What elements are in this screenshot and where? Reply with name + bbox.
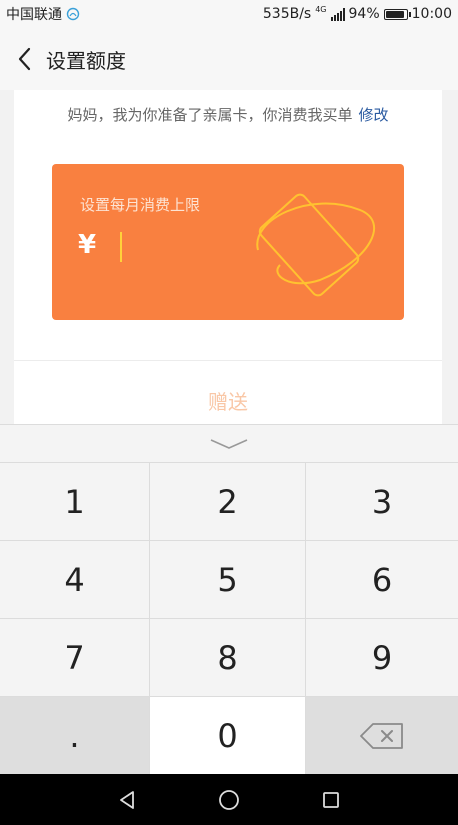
collapse-keyboard-button[interactable] (0, 425, 458, 463)
page-title: 设置额度 (46, 48, 126, 73)
status-right: 535B/s 4G 94% 10:00 (262, 5, 452, 23)
back-triangle-icon (120, 790, 134, 809)
card-icon (256, 193, 376, 297)
send-button[interactable]: 赠送 (14, 376, 442, 424)
key-7[interactable]: 7 (0, 619, 150, 697)
key-decimal[interactable]: . (0, 697, 150, 775)
backspace-icon (360, 722, 403, 749)
chevron-down-icon (210, 438, 248, 449)
currency-symbol: ¥ (78, 230, 97, 260)
numeric-keyboard: 1 2 3 4 5 6 7 8 9 . 0 (0, 424, 458, 775)
system-nav-bar (0, 774, 458, 825)
net-speed: 535B/s (262, 6, 312, 22)
status-bar: 中国联通 535B/s 4G 94% 10:00 (0, 0, 458, 28)
hd-voice-icon (66, 7, 80, 21)
nav-home-button[interactable] (213, 784, 245, 816)
key-6[interactable]: 6 (306, 541, 458, 619)
keypad: 1 2 3 4 5 6 7 8 9 . 0 (0, 463, 458, 775)
key-8[interactable]: 8 (150, 619, 306, 697)
nav-back-button[interactable] (111, 784, 143, 816)
text-cursor (120, 232, 123, 262)
clock: 10:00 (411, 6, 452, 22)
carrier-name: 中国联通 (6, 7, 62, 23)
recents-square-icon (323, 791, 339, 808)
network-type: 4G (315, 5, 327, 14)
key-9[interactable]: 9 (306, 619, 458, 697)
app-bar: 设置额度 (0, 28, 458, 90)
divider (14, 360, 442, 361)
key-4[interactable]: 4 (0, 541, 150, 619)
battery-icon (383, 8, 411, 20)
battery-percent: 94% (348, 6, 380, 22)
key-2[interactable]: 2 (150, 463, 306, 541)
message-text: 妈妈，我为你准备了亲属卡，你消费我买单 (67, 106, 353, 124)
key-0[interactable]: 0 (150, 697, 306, 775)
amount-field-wrap (96, 228, 223, 262)
family-card: 设置每月消费上限 ¥ (52, 164, 404, 320)
status-left: 中国联通 (6, 4, 80, 24)
chevron-left-icon (18, 47, 31, 71)
home-circle-icon (219, 789, 239, 810)
key-5[interactable]: 5 (150, 541, 306, 619)
back-button[interactable] (4, 34, 44, 84)
message-row: 妈妈，我为你准备了亲属卡，你消费我买单 修改 (14, 104, 442, 125)
amount-row: ¥ (78, 228, 223, 262)
backspace-key[interactable] (306, 697, 458, 775)
edit-message-link[interactable]: 修改 (359, 106, 389, 124)
limit-label: 设置每月消费上限 (80, 196, 201, 214)
key-3[interactable]: 3 (306, 463, 458, 541)
signal-icon (330, 7, 345, 21)
key-1[interactable]: 1 (0, 463, 150, 541)
content-panel: 妈妈，我为你准备了亲属卡，你消费我买单 修改 设置每月消费上限 ¥ 赠送 (14, 90, 442, 424)
nav-recents-button[interactable] (315, 784, 347, 816)
